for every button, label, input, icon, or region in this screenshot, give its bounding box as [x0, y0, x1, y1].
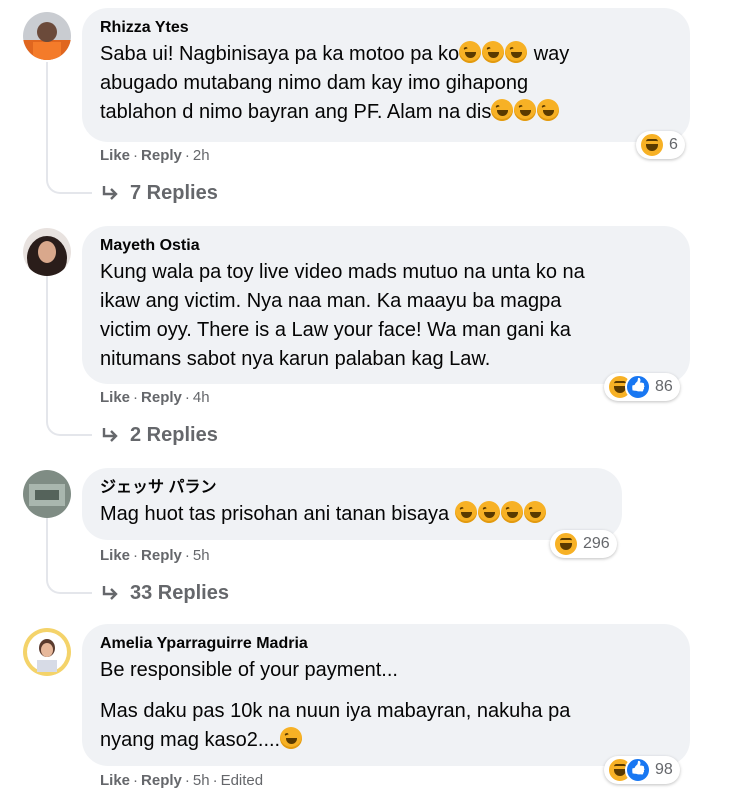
like-button[interactable]: Like [100, 147, 130, 164]
comment-author[interactable]: Mayeth Ostia [100, 236, 672, 256]
rofl-emoji-icon [459, 41, 482, 63]
comment-author[interactable]: Rhizza Ytes [100, 18, 672, 38]
avatar[interactable] [23, 628, 71, 676]
comment-bubble: Amelia Yparraguirre Madria Be responsibl… [82, 624, 690, 766]
comment-text: Kung wala pa toy live video mads mutuo n… [100, 261, 585, 370]
avatar[interactable] [23, 470, 71, 518]
reaction-count: 86 [655, 378, 673, 395]
comment-bubble: Rhizza Ytes Saba ui! Nagbinisaya pa ka m… [82, 8, 690, 142]
rofl-emoji-icon [514, 99, 537, 121]
rofl-emoji-icon [491, 99, 514, 121]
comment-text: Saba ui! Nagbinisaya pa ka motoo pa ko w… [100, 41, 570, 123]
comment-bubble: ジェッサ パラン Mag huot tas prisohan ani tanan… [82, 468, 622, 540]
reaction-count: 296 [583, 535, 610, 552]
like-button[interactable]: Like [100, 772, 130, 789]
rofl-emoji-icon [505, 41, 528, 63]
rofl-emoji-icon [500, 501, 523, 523]
view-replies-link[interactable]: 2 Replies [100, 424, 218, 447]
avatar[interactable] [23, 12, 71, 60]
reaction-summary[interactable]: 98 [604, 756, 680, 784]
reaction-summary[interactable]: 6 [636, 131, 685, 159]
reply-button[interactable]: Reply [141, 389, 182, 406]
thread-curve [46, 172, 92, 194]
reaction-summary[interactable]: 296 [550, 530, 617, 558]
timestamp[interactable]: 5h [193, 547, 210, 564]
rofl-emoji-icon [477, 501, 500, 523]
comment-text: Mag huot tas prisohan ani tanan bisaya [100, 500, 604, 529]
comment-bubble: Mayeth Ostia Kung wala pa toy live video… [82, 226, 690, 384]
upside-down-face-emoji-icon [280, 727, 303, 749]
timestamp[interactable]: 2h [193, 147, 210, 164]
reaction-summary[interactable]: 86 [604, 373, 680, 401]
like-button[interactable]: Like [100, 547, 130, 564]
haha-reaction-icon [553, 531, 579, 557]
view-replies-link[interactable]: 7 Replies [100, 182, 218, 205]
timestamp[interactable]: 5h [193, 772, 210, 789]
thread-line [46, 276, 48, 418]
reaction-count: 98 [655, 761, 673, 778]
timestamp[interactable]: 4h [193, 389, 210, 406]
comment-actions: Like · Reply · 4h [100, 389, 210, 406]
rofl-emoji-icon [482, 41, 505, 63]
thread-line [46, 518, 48, 576]
comment-actions: Like · Reply · 5h [100, 547, 210, 564]
edited-label: Edited [220, 772, 264, 789]
avatar[interactable] [23, 228, 71, 276]
thread-line [46, 62, 48, 176]
rofl-emoji-icon [523, 501, 546, 523]
rofl-emoji-icon [537, 99, 560, 121]
reply-arrow-icon [102, 427, 118, 442]
like-reaction-icon [625, 374, 651, 400]
rofl-emoji-icon [454, 501, 477, 523]
thread-curve [46, 572, 92, 594]
like-button[interactable]: Like [100, 389, 130, 406]
reply-button[interactable]: Reply [141, 772, 182, 789]
comment-actions: Like · Reply · 5h · Edited [100, 772, 264, 789]
reply-arrow-icon [102, 185, 118, 200]
comment-text: Be responsible of your payment... Mas da… [100, 659, 571, 751]
comment-author[interactable]: ジェッサ パラン [100, 478, 604, 498]
like-reaction-icon [625, 757, 651, 783]
comment-actions: Like · Reply · 2h [100, 147, 210, 164]
view-replies-link[interactable]: 33 Replies [100, 582, 229, 605]
reply-button[interactable]: Reply [141, 147, 182, 164]
reply-button[interactable]: Reply [141, 547, 182, 564]
haha-reaction-icon [639, 132, 665, 158]
thread-curve [46, 414, 92, 436]
reply-arrow-icon [102, 585, 118, 600]
comment-author[interactable]: Amelia Yparraguirre Madria [100, 634, 672, 654]
reaction-count: 6 [669, 136, 678, 153]
